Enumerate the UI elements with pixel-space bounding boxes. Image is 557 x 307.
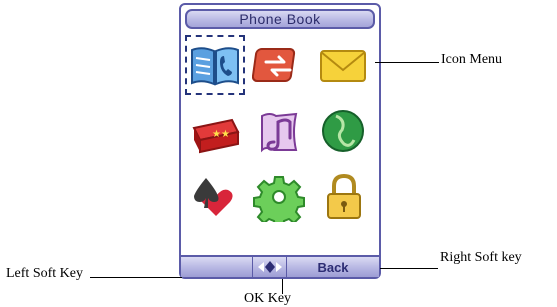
menu-item-games[interactable] <box>185 167 245 227</box>
soft-key-bar: Back <box>181 255 379 277</box>
ok-key-label: OK Key <box>244 291 292 306</box>
menu-item-phonebook[interactable] <box>185 35 245 95</box>
svg-text:★★: ★★ <box>212 129 230 140</box>
menu-item-gifts[interactable]: ★★ <box>185 101 245 161</box>
menu-item-security[interactable] <box>313 167 373 227</box>
menu-item-settings[interactable] <box>249 167 309 227</box>
menu-item-music[interactable] <box>249 101 309 161</box>
right-soft-key[interactable]: Back <box>287 257 379 277</box>
right-soft-key-callout-line <box>380 268 438 269</box>
security-lock-icon <box>327 173 361 219</box>
call-transfer-icon <box>252 48 296 82</box>
icon-menu-callout-line <box>375 62 439 63</box>
left-soft-key[interactable] <box>181 257 253 277</box>
icon-menu-grid: ★★ <box>183 33 377 233</box>
navigation-arrows-icon <box>257 261 282 273</box>
settings-gear-icon <box>253 176 305 222</box>
screen-title: Phone Book <box>185 9 375 29</box>
phonebook-icon <box>191 47 239 86</box>
menu-item-internet[interactable] <box>313 101 373 161</box>
phone-screen: Phone Book ★★ Back <box>179 3 381 279</box>
gift-box-icon: ★★ <box>192 118 240 154</box>
ok-key[interactable] <box>253 257 287 277</box>
games-heart-spade-icon <box>194 178 233 216</box>
music-note-icon <box>261 112 298 153</box>
message-envelope-icon <box>320 50 366 82</box>
right-soft-key-label: Right Soft key <box>440 250 522 265</box>
left-soft-key-callout-line <box>90 277 182 278</box>
menu-item-call-transfer[interactable] <box>249 35 309 95</box>
internet-globe-icon <box>322 110 364 152</box>
icon-menu-label: Icon Menu <box>441 52 503 67</box>
left-soft-key-label: Left Soft Key <box>6 266 83 281</box>
menu-item-messages[interactable] <box>313 35 373 95</box>
